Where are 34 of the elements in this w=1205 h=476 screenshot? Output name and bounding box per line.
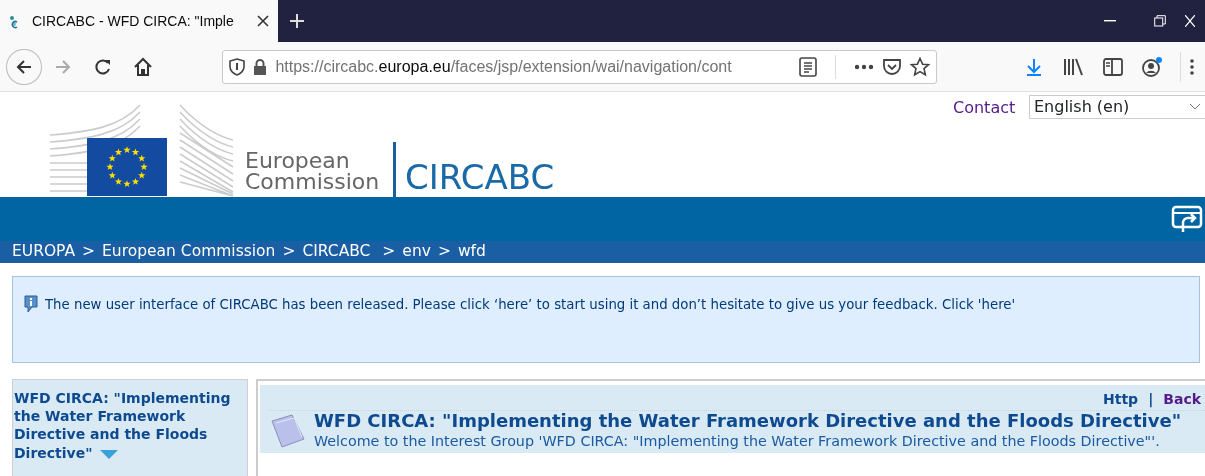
info-icon bbox=[23, 295, 39, 313]
breadcrumb-link[interactable]: EUROPA bbox=[12, 240, 76, 264]
breadcrumb-link[interactable]: CIRCABC bbox=[302, 240, 376, 264]
shield-icon bbox=[229, 57, 246, 76]
group-title[interactable]: WFD CIRCA: "Implementing the Water Framework Directive and the Floods Directive" bbox=[14, 389, 246, 462]
link-separator: | bbox=[1148, 390, 1154, 410]
breadcrumb-link[interactable]: European Commission bbox=[102, 240, 276, 264]
chevron-icon bbox=[1190, 104, 1200, 110]
nav-link[interactable]: Http bbox=[1103, 389, 1139, 410]
lock-icon bbox=[253, 58, 268, 75]
more-icon[interactable] bbox=[853, 63, 874, 70]
breadcrumb-separator: > bbox=[382, 241, 396, 263]
star-icon[interactable] bbox=[909, 56, 930, 77]
breadcrumb-separator: > bbox=[282, 241, 296, 263]
folder-icon bbox=[268, 413, 308, 449]
breadcrumb-link[interactable]: env bbox=[402, 240, 431, 264]
address-bar[interactable]: https://circabc.europa.eu/faces/jsp/extension/wai/navigation/cont bbox=[222, 49, 937, 84]
group-heading: WFD CIRCA: "Implementing the Water Framework Directive and the Floods Directive" bbox=[314, 411, 1181, 431]
notice-text: The new user interface of CIRCABC has been released. Please click ‘here’ to start using it and don’t hesitate to give us your feedback. Click 'here' bbox=[45, 296, 1016, 314]
language-select[interactable]: English (en) bbox=[1029, 95, 1205, 119]
screen-share-icon[interactable] bbox=[1171, 205, 1203, 235]
breadcrumb-separator: > bbox=[82, 241, 96, 263]
breadcrumb-link[interactable]: wfd bbox=[457, 240, 486, 264]
nav-link[interactable]: Back bbox=[1163, 389, 1201, 410]
tab-title: CIRCABC - WFD CIRCA: "Imple bbox=[32, 11, 235, 31]
close-tab-icon[interactable] bbox=[256, 14, 270, 28]
breadcrumb-separator: > bbox=[437, 241, 451, 263]
browser-tab[interactable]: CIRCABC - WFD CIRCA: "Imple bbox=[0, 0, 278, 42]
commission-logo: European Commission CIRCABC bbox=[0, 92, 560, 197]
welcome-text: Welcome to the Interest Group 'WFD CIRCA: "Implementing the Water Framework Directive and the Floods Directive"'. bbox=[314, 431, 1161, 451]
url-text: https://circabc.europa.eu/faces/jsp/extension/wai/navigation/cont bbox=[275, 56, 733, 77]
pocket-icon[interactable] bbox=[881, 56, 902, 77]
reader-view-icon[interactable] bbox=[798, 56, 817, 77]
contact-link[interactable]: Contact bbox=[953, 96, 1016, 120]
